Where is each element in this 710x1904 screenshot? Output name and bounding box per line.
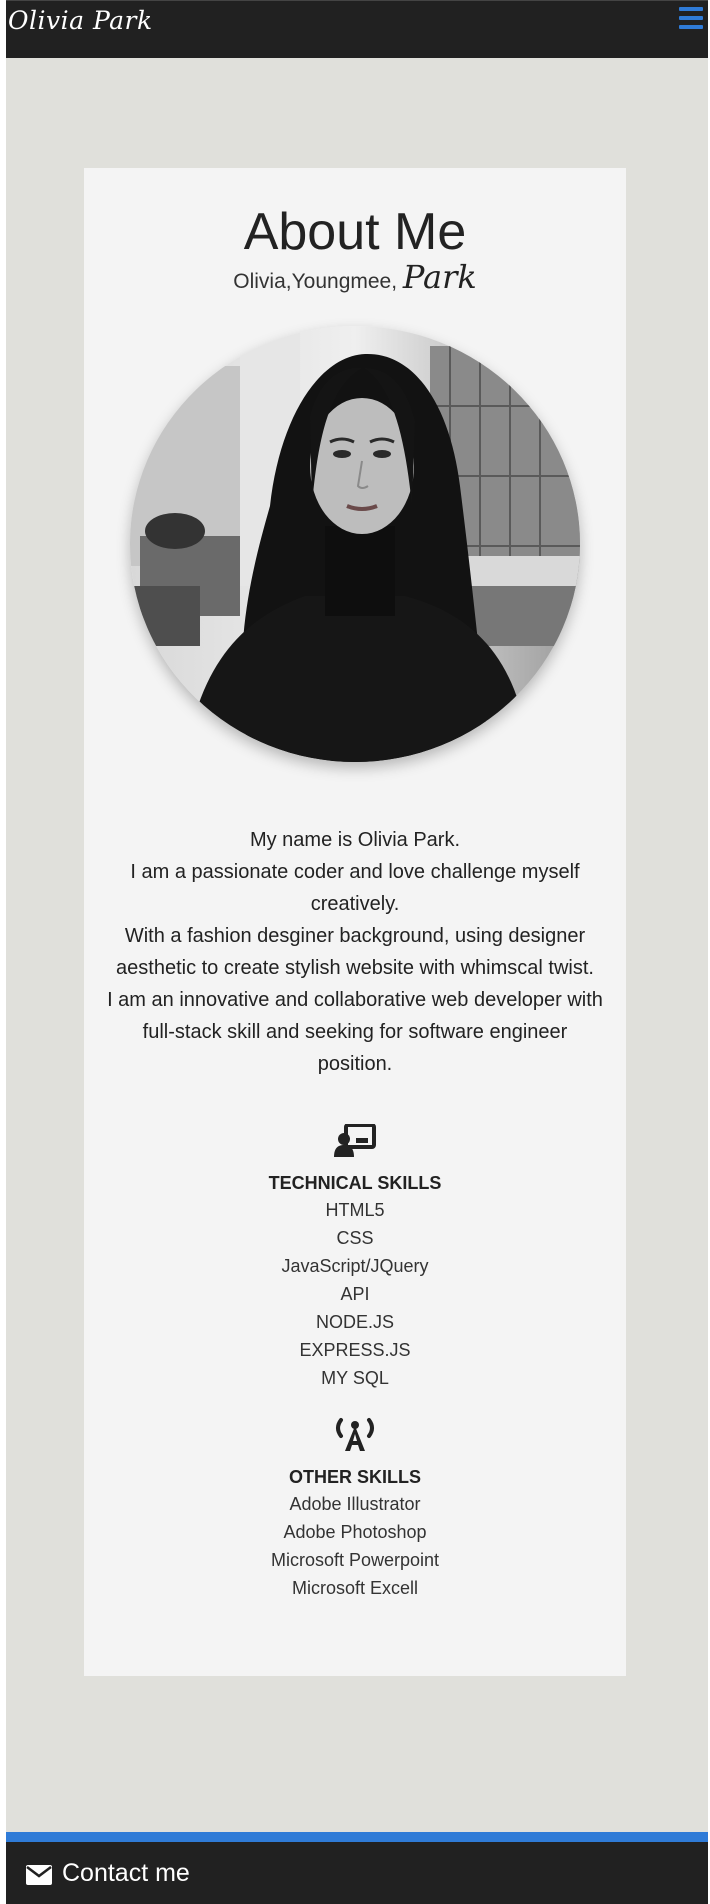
technical-skills-section: TECHNICAL SKILLS HTML5 CSS JavaScript/JQ… (84, 1124, 626, 1392)
skill-item: Adobe Illustrator (289, 1494, 421, 1514)
technical-skills-list: HTML5 CSS JavaScript/JQuery API NODE.JS … (84, 1196, 626, 1392)
user-presenting-icon (334, 1124, 376, 1157)
contact-me-link[interactable]: Contact me (26, 1856, 190, 1890)
other-skills-section: OTHER SKILLS Adobe Illustrator Adobe Pho… (84, 1416, 626, 1602)
skill-item: MY SQL (321, 1368, 389, 1388)
bio-text: My name is Olivia Park. I am a passionat… (104, 824, 606, 1080)
about-card: About Me Olivia,Youngmee, Park My name i… (84, 168, 626, 1676)
skill-item: Microsoft Excell (291, 1578, 419, 1598)
hamburger-menu-icon[interactable] (676, 5, 706, 31)
bio-line: I am an innovative and collaborative web… (107, 989, 603, 1075)
bio-line: My name is Olivia Park. (249, 829, 461, 851)
top-navbar: Olivia Park (6, 0, 708, 58)
skill-item: Adobe Photoshop (283, 1522, 427, 1542)
bio-line: With a fashion desginer background, usin… (116, 925, 594, 979)
footer-accent-bar (6, 1832, 708, 1842)
other-skills-list: Adobe Illustrator Adobe Photoshop Micros… (84, 1490, 626, 1602)
skill-item: Microsoft Powerpoint (270, 1550, 440, 1570)
skill-item: API (340, 1284, 370, 1304)
technical-skills-heading: TECHNICAL SKILLS (268, 1173, 442, 1193)
subtitle-name: Olivia,Youngmee, (233, 270, 398, 293)
broadcast-tower-icon (336, 1418, 374, 1451)
skill-item: NODE.JS (315, 1312, 394, 1332)
page-subtitle: Olivia,Youngmee, Park (84, 260, 626, 299)
skill-item: HTML5 (325, 1200, 385, 1220)
page: Olivia Park About Me Olivia,Youngmee, Pa… (6, 0, 708, 1904)
page-title: About Me (243, 203, 467, 261)
skill-item: JavaScript/JQuery (281, 1256, 429, 1276)
profile-photo (130, 326, 580, 762)
bio-line: I am a passionate coder and love challen… (130, 861, 580, 915)
contact-me-label: Contact me (62, 1859, 190, 1887)
skill-item: EXPRESS.JS (299, 1340, 411, 1360)
envelope-icon (26, 1865, 52, 1885)
subtitle-script-name: Park (402, 258, 477, 296)
other-skills-heading: OTHER SKILLS (288, 1467, 421, 1487)
footer: Contact me (6, 1842, 708, 1904)
skill-item: CSS (336, 1228, 374, 1248)
brand-logo[interactable]: Olivia Park (8, 6, 153, 35)
